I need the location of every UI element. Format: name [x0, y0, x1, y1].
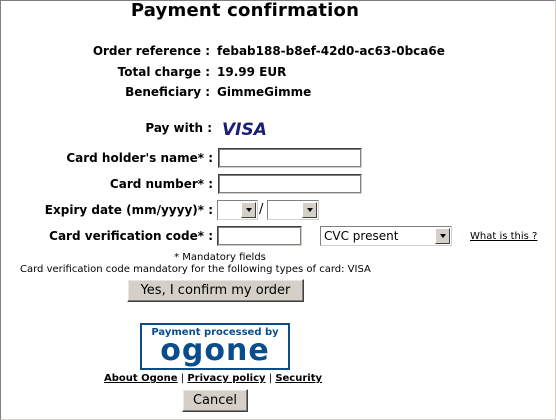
mandatory-fields-note: * Mandatory fields: [174, 252, 266, 263]
privacy-policy-link[interactable]: Privacy policy: [187, 373, 265, 384]
chevron-down-icon[interactable]: [241, 202, 256, 218]
chevron-down-icon[interactable]: [302, 202, 317, 218]
cvc-label: Card verification code* :: [49, 229, 213, 243]
total-charge-value: 19.99 EUR: [217, 65, 287, 79]
card-holder-input[interactable]: [218, 148, 362, 168]
card-holder-label: Card holder's name* :: [66, 151, 213, 165]
cvc-presence-value: CVC present: [324, 229, 399, 243]
card-number-label: Card number* :: [109, 177, 213, 191]
cvc-input[interactable]: [217, 226, 302, 246]
beneficiary-label: Beneficiary :: [125, 85, 210, 99]
total-charge-label: Total charge :: [117, 65, 210, 79]
expiry-year-select[interactable]: [267, 200, 319, 220]
link-separator: |: [268, 373, 273, 384]
expiry-separator: /: [259, 202, 264, 217]
security-link[interactable]: Security: [275, 373, 322, 384]
visa-logo: VISA: [222, 120, 267, 140]
pay-with-label: Pay with :: [145, 121, 212, 135]
ogone-logo: Payment processed by ogone: [140, 323, 290, 370]
what-is-this-link[interactable]: What is this ?: [470, 231, 537, 242]
ogone-wordmark: ogone: [160, 333, 270, 368]
card-number-input[interactable]: [218, 174, 362, 194]
page-title: Payment confirmation: [130, 0, 360, 21]
confirm-order-button[interactable]: Yes, I confirm my order: [127, 279, 304, 302]
expiry-date-label: Expiry date (mm/yyyy)* :: [44, 203, 213, 217]
order-reference-label: Order reference :: [92, 44, 210, 58]
cvc-mandatory-note: Card verification code mandatory for the…: [20, 264, 371, 275]
expiry-month-select[interactable]: [217, 200, 258, 220]
cvc-presence-select[interactable]: CVC present: [320, 226, 452, 246]
link-separator: |: [180, 373, 185, 384]
about-ogone-link[interactable]: About Ogone: [104, 373, 178, 384]
beneficiary-value: GimmeGimme: [217, 85, 312, 99]
order-reference-value: febab188-b8ef-42d0-ac63-0bca6e: [217, 44, 445, 58]
chevron-down-icon[interactable]: [435, 228, 450, 244]
footer-links: About Ogone | Privacy policy | Security: [104, 373, 322, 384]
cancel-button[interactable]: Cancel: [182, 389, 248, 412]
